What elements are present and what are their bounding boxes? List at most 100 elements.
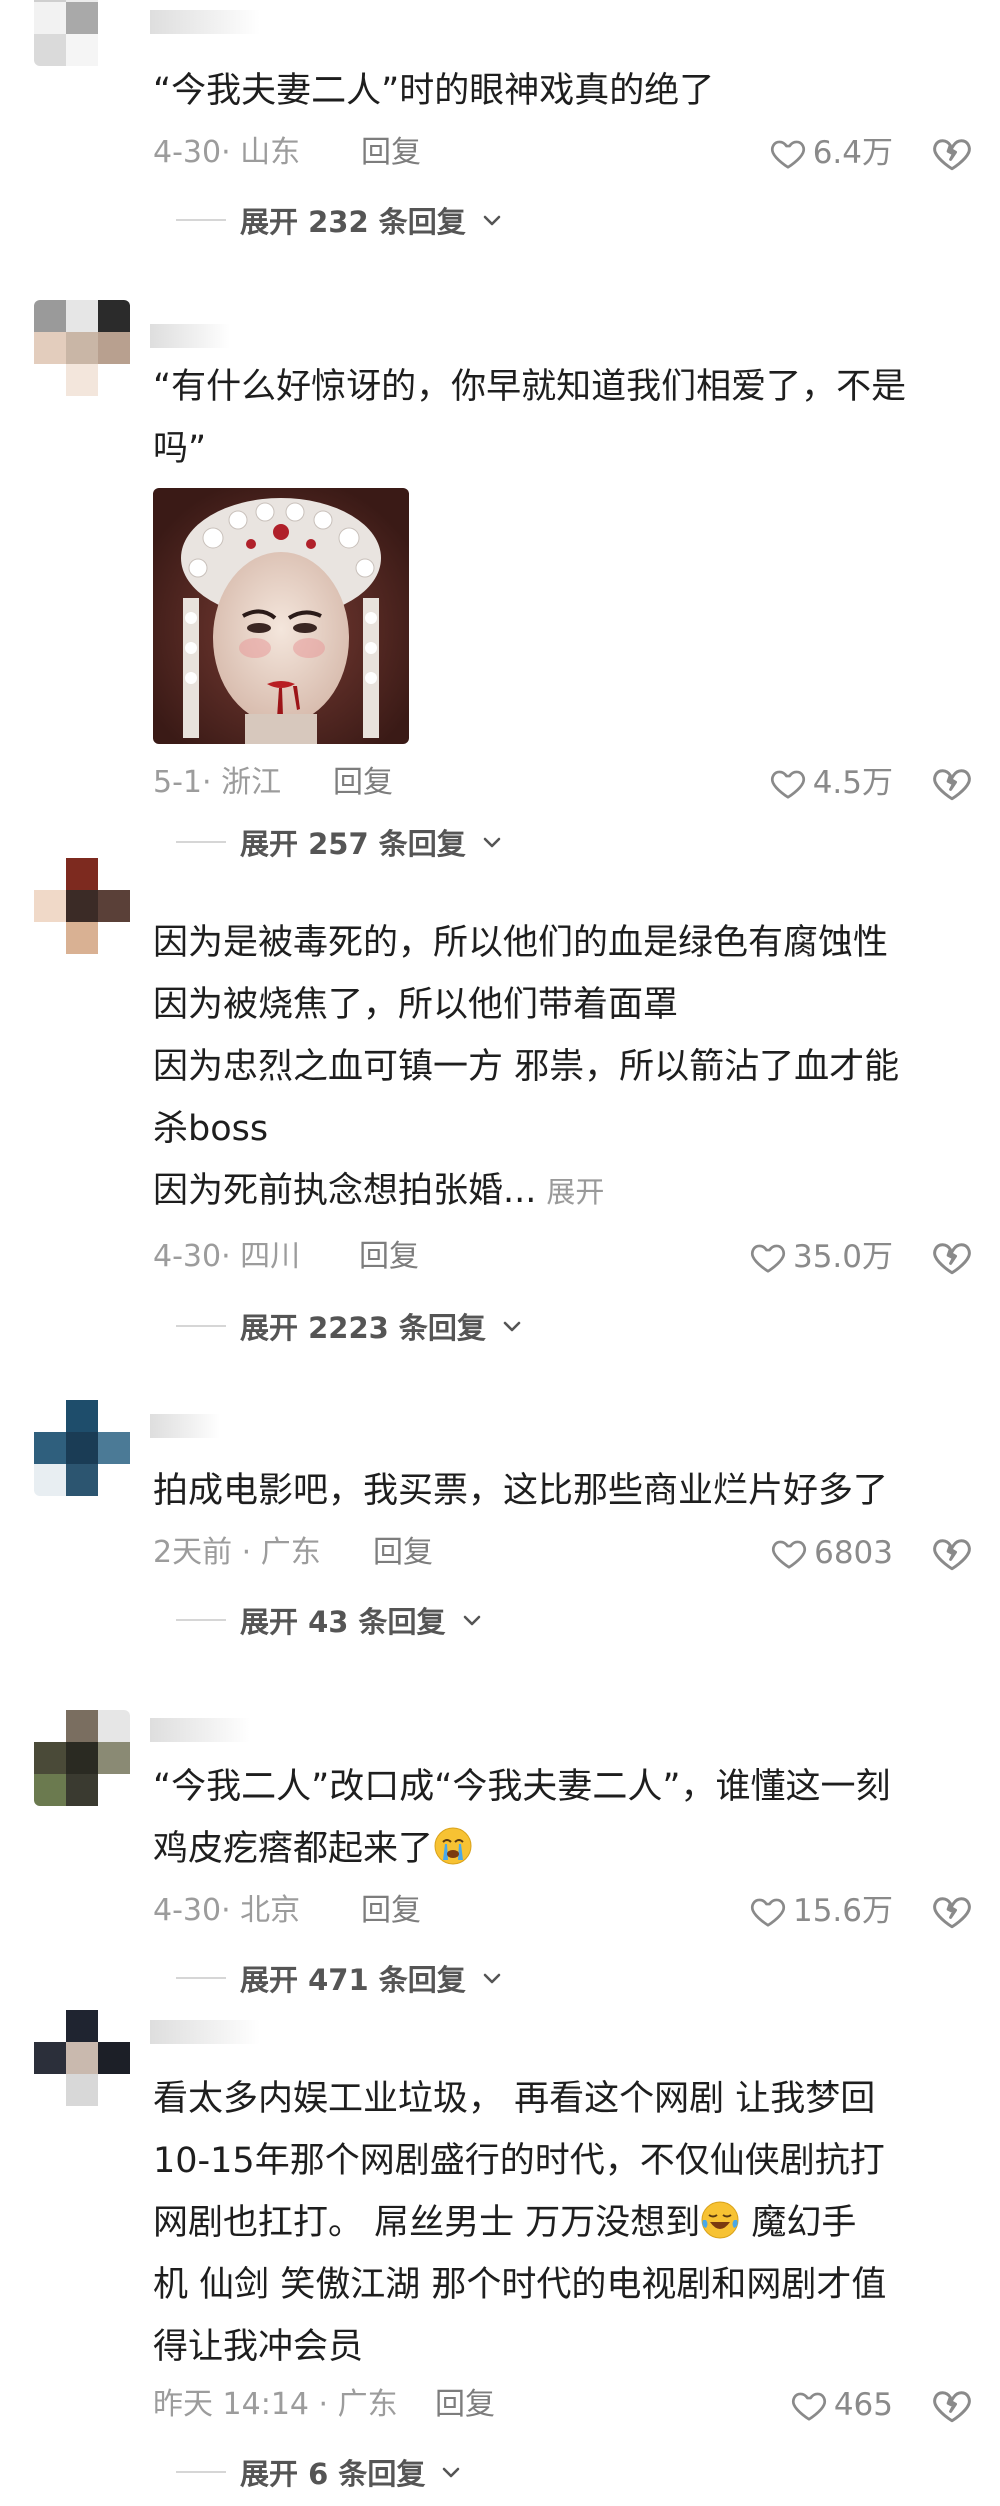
comment-text: “有什么好惊讶的，你早就知道我们相爱了，不是 吗” <box>153 356 973 480</box>
reply-button[interactable]: 回复 <box>361 128 421 178</box>
username-blurred[interactable] <box>150 2020 260 2044</box>
comment-line: 因为是被毒死的，所以他们的血是绿色有腐蚀性 <box>153 923 889 963</box>
like-count: 35.0万 <box>792 1239 893 1275</box>
like-button[interactable]: 15.6万 <box>749 1886 893 1936</box>
broken-heart-icon[interactable] <box>931 1890 973 1932</box>
expand-replies-button[interactable]: 展开 471 条回复 <box>176 1956 504 2000</box>
comment-line: “有什么好惊讶的，你早就知道我们相爱了，不是 <box>153 367 907 407</box>
comment-text: “今我夫妻二人”时的眼神戏真的绝了 <box>153 60 973 122</box>
comment-line-tail: 魔幻手 <box>740 2203 857 2243</box>
comment-line: 鸡皮疙瘩都起来了 <box>153 1829 434 1869</box>
comment-line: 拍成电影吧，我买票，这比那些商业烂片好多了 <box>153 1471 889 1511</box>
like-button[interactable]: 6.4万 <box>769 128 893 178</box>
expand-replies-button[interactable]: 展开 257 条回复 <box>176 820 504 864</box>
comment-line: “今我二人”改口成“今我夫妻二人”，谁懂这一刻 <box>153 1767 891 1807</box>
username-blurred[interactable] <box>150 324 230 348</box>
divider <box>176 841 226 843</box>
expand-replies-label: 展开 257 条回复 <box>240 827 466 861</box>
chevron-down-icon <box>503 1321 521 1332</box>
divider <box>176 219 226 221</box>
expand-replies-label: 展开 2223 条回复 <box>240 1311 486 1345</box>
date-location: 4-30· 北京 <box>153 1893 301 1928</box>
chevron-down-icon <box>443 2467 460 2478</box>
expand-replies-button[interactable]: 展开 2223 条回复 <box>176 1304 524 1348</box>
heart-outline-icon <box>772 1540 807 1569</box>
divider <box>176 1325 226 1327</box>
avatar[interactable] <box>34 300 130 396</box>
heart-outline-icon <box>791 2392 826 2421</box>
username-blurred[interactable] <box>150 1718 250 1742</box>
expand-text-button[interactable]: 展开 <box>546 1175 604 1209</box>
like-count: 6.4万 <box>812 135 893 171</box>
crying-emoji <box>434 1827 472 1865</box>
like-button[interactable]: 6803 <box>770 1528 893 1578</box>
expand-replies-label: 展开 471 条回复 <box>240 1963 466 1997</box>
comment-text: “今我二人”改口成“今我夫妻二人”，谁懂这一刻 鸡皮疙瘩都起来了 <box>153 1756 973 1880</box>
like-button[interactable]: 4.5万 <box>769 758 893 808</box>
comment-meta: 4-30· 北京 回复 15.6万 <box>153 1886 973 1936</box>
like-button[interactable]: 35.0万 <box>749 1232 893 1282</box>
expand-replies-button[interactable]: 展开 6 条回复 <box>176 2450 463 2494</box>
comment-line: “今我夫妻二人”时的眼神戏真的绝了 <box>153 71 715 111</box>
reply-button[interactable]: 回复 <box>361 1886 421 1936</box>
comment-text: 看太多内娱工业垃圾， 再看这个网剧 让我梦回 10-15年那个网剧盛行的时代，不… <box>153 2068 973 2378</box>
comment-meta: 昨天 14:14 · 广东 回复 465 <box>153 2380 973 2430</box>
chevron-down-icon <box>483 1973 501 1984</box>
reply-button[interactable]: 回复 <box>359 1232 419 1282</box>
avatar[interactable] <box>34 2010 130 2106</box>
avatar[interactable] <box>34 1400 130 1496</box>
broken-heart-icon[interactable] <box>931 1236 973 1278</box>
comment-line-with-emoji: 鸡皮疙瘩都起来了 <box>153 1818 973 1880</box>
username-blurred[interactable] <box>150 10 260 34</box>
like-count: 6803 <box>814 1535 893 1571</box>
broken-heart-icon[interactable] <box>931 132 973 174</box>
heart-outline-icon <box>750 1244 785 1273</box>
reply-button[interactable]: 回复 <box>333 758 393 808</box>
date-location: 2天前 · 广东 <box>153 1535 321 1570</box>
comment-line: 因为被烧焦了，所以他们带着面罩 <box>153 985 679 1025</box>
expand-replies-button[interactable]: 展开 232 条回复 <box>176 198 504 242</box>
date-location: 昨天 14:14 · 广东 <box>153 2387 398 2422</box>
comment-line: 吗” <box>153 429 207 469</box>
username-blurred[interactable] <box>150 1414 220 1438</box>
comment-line: 网剧也扛打。 屌丝男士 万万没想到 <box>153 2203 701 2243</box>
broken-heart-icon[interactable] <box>931 762 973 804</box>
heart-outline-icon <box>770 770 805 799</box>
opera-actress-image <box>153 488 409 744</box>
broken-heart-icon[interactable] <box>931 2384 973 2426</box>
expand-replies-label: 展开 43 条回复 <box>240 1605 446 1639</box>
laughing-tears-emoji <box>701 2201 739 2239</box>
comment-meta: 4-30· 山东 回复 6.4万 <box>153 128 973 178</box>
reply-button[interactable]: 回复 <box>435 2380 495 2430</box>
avatar[interactable] <box>34 1710 130 1806</box>
comment-line: 因为死前执念想拍张婚... <box>153 1171 537 1211</box>
like-count: 4.5万 <box>812 765 893 801</box>
expand-replies-button[interactable]: 展开 43 条回复 <box>176 1598 484 1642</box>
comment-line: 杀boss <box>153 1109 269 1149</box>
chevron-down-icon <box>483 215 501 226</box>
comment-line: 10-15年那个网剧盛行的时代，不仅仙侠剧抗打 <box>153 2141 885 2181</box>
heart-outline-icon <box>770 140 805 169</box>
chevron-down-icon <box>483 837 501 848</box>
expand-replies-label: 展开 6 条回复 <box>240 2457 426 2491</box>
date-location: 4-30· 四川 <box>153 1239 301 1274</box>
broken-heart-icon[interactable] <box>931 1532 973 1574</box>
comment-line-last: 因为死前执念想拍张婚... 展开 <box>153 1160 973 1223</box>
reply-button[interactable]: 回复 <box>373 1528 433 1578</box>
like-count: 465 <box>833 2387 893 2423</box>
divider <box>176 2471 226 2473</box>
chevron-down-icon <box>463 1615 480 1626</box>
divider <box>176 1619 226 1621</box>
avatar[interactable] <box>34 0 130 66</box>
expand-replies-label: 展开 232 条回复 <box>240 205 466 239</box>
comment-text: 拍成电影吧，我买票，这比那些商业烂片好多了 <box>153 1460 973 1522</box>
comment-meta: 2天前 · 广东 回复 6803 <box>153 1528 973 1578</box>
avatar[interactable] <box>34 858 130 954</box>
comment-line: 因为忠烈之血可镇一方 邪祟，所以箭沾了血才能 <box>153 1047 900 1087</box>
comment-image[interactable] <box>153 488 409 744</box>
like-button[interactable]: 465 <box>790 2380 893 2430</box>
comment-line: 看太多内娱工业垃圾， 再看这个网剧 让我梦回 <box>153 2079 876 2119</box>
comment-line: 机 仙剑 笑傲江湖 那个时代的电视剧和网剧才值 <box>153 2265 887 2305</box>
comment-text: 因为是被毒死的，所以他们的血是绿色有腐蚀性 因为被烧焦了，所以他们带着面罩 因为… <box>153 912 973 1223</box>
date-location: 5-1· 浙江 <box>153 765 282 800</box>
